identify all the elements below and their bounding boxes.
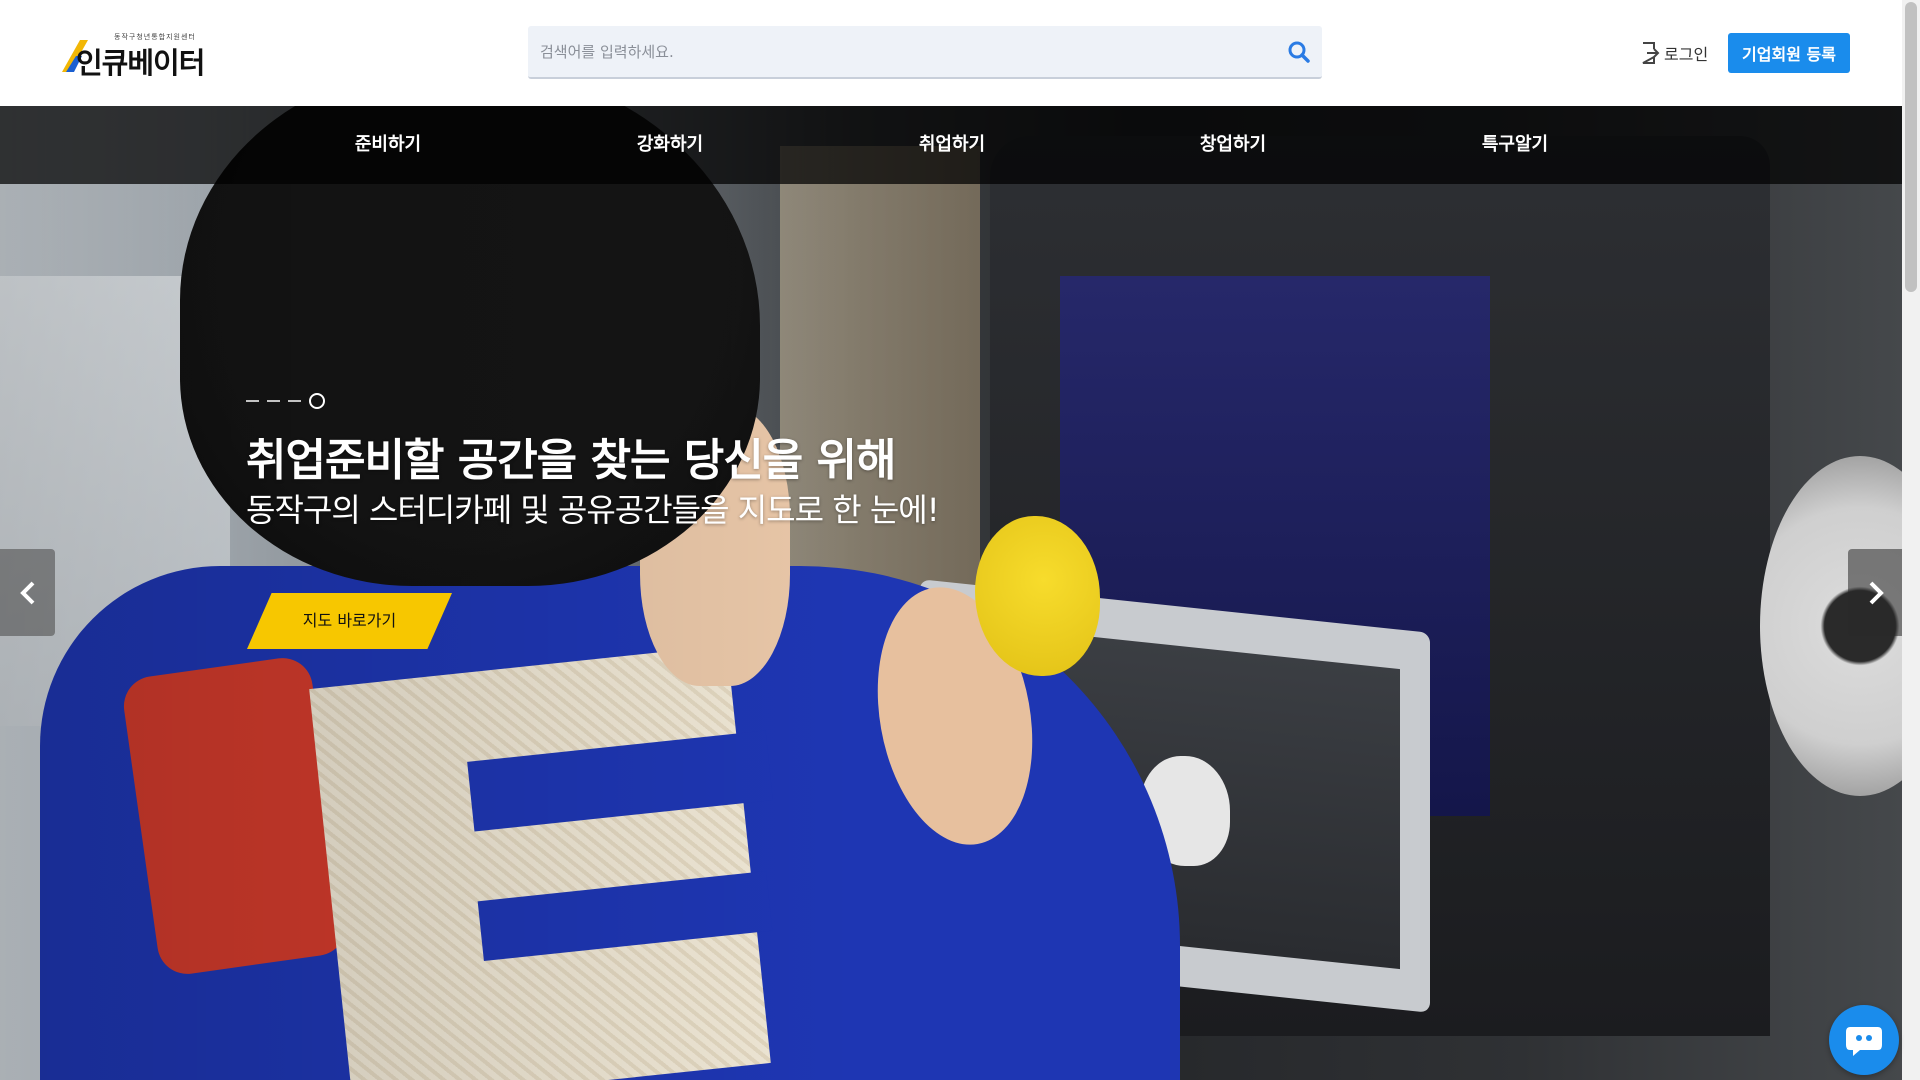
logo-text: 인큐베이터 bbox=[76, 46, 205, 80]
search-button[interactable] bbox=[1286, 39, 1312, 65]
slide-subtitle: 동작구의 스터디카페 및 공유공간들을 지도로 한 눈에! bbox=[246, 491, 940, 529]
login-label: 로그인 bbox=[1664, 45, 1709, 64]
nav-item-prepare[interactable]: 준비하기 bbox=[318, 106, 458, 184]
main-nav: 준비하기 강화하기 취업하기 창업하기 특구알기 bbox=[0, 106, 1902, 184]
slide-title: 취업준비할 공간을 찾는 당신을 위해 bbox=[246, 435, 896, 486]
map-button-label: 지도 바로가기 bbox=[302, 611, 397, 630]
chevron-right-icon bbox=[1869, 581, 1884, 604]
slide-indicator-active[interactable] bbox=[309, 393, 325, 409]
chat-icon bbox=[1846, 1027, 1882, 1056]
register-company-button[interactable]: 기업회원 등록 bbox=[1728, 33, 1850, 73]
page-scrollbar[interactable] bbox=[1902, 0, 1920, 1080]
slide-indicators bbox=[246, 393, 325, 409]
slide-prev-button[interactable] bbox=[0, 549, 55, 636]
login-icon bbox=[1642, 42, 1660, 64]
nav-item-special-zone[interactable]: 특구알기 bbox=[1445, 106, 1585, 184]
nav-item-employment[interactable]: 취업하기 bbox=[882, 106, 1022, 184]
search-input[interactable] bbox=[528, 26, 1268, 77]
slide-indicator[interactable] bbox=[246, 400, 259, 402]
login-link[interactable]: 로그인 bbox=[1640, 40, 1708, 66]
site-logo[interactable]: 동작구청년통합지원센터 인큐베이터 bbox=[62, 28, 205, 80]
map-shortcut-button[interactable]: 지도 바로가기 bbox=[247, 593, 452, 649]
nav-item-strengthen[interactable]: 강화하기 bbox=[600, 106, 740, 184]
search-bar bbox=[528, 26, 1322, 79]
scrollbar-thumb[interactable] bbox=[1905, 2, 1917, 292]
slide-next-button[interactable] bbox=[1848, 549, 1903, 636]
nav-item-startup[interactable]: 창업하기 bbox=[1163, 106, 1303, 184]
slide-indicator[interactable] bbox=[267, 400, 280, 402]
slide-indicator[interactable] bbox=[288, 400, 301, 402]
chevron-left-icon bbox=[19, 581, 34, 604]
site-header: 동작구청년통합지원센터 인큐베이터 로그인 기업회원 등록 bbox=[0, 0, 1902, 106]
chat-button[interactable] bbox=[1829, 1005, 1899, 1075]
search-icon bbox=[1288, 41, 1310, 63]
